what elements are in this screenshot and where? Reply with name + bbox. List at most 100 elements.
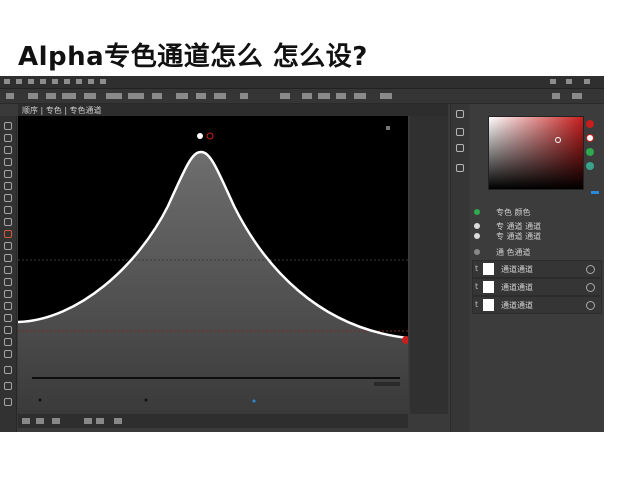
eye-icon[interactable]	[474, 233, 480, 239]
channel-row[interactable]: t 通道通道	[472, 278, 602, 296]
channel-row[interactable]: t 通道通道	[472, 296, 602, 314]
menu-item[interactable]	[88, 79, 94, 84]
foreground-color-icon[interactable]	[4, 366, 12, 374]
properties-panel-icon[interactable]	[456, 128, 464, 136]
menu-item[interactable]	[4, 79, 10, 84]
eye-icon[interactable]	[474, 249, 480, 255]
channel-thumbnail	[483, 263, 494, 275]
stamp-tool-icon[interactable]	[4, 218, 12, 226]
channel-options-icon[interactable]	[586, 301, 595, 310]
crop-tool-icon[interactable]	[4, 170, 12, 178]
lasso-tool-icon[interactable]	[4, 146, 12, 154]
layer-label: 专色 颜色	[496, 208, 531, 217]
quick-mask-icon[interactable]	[4, 382, 12, 390]
blur-tool-icon[interactable]	[4, 266, 12, 274]
color-picker-field[interactable]	[488, 116, 599, 194]
green-swatch-icon[interactable]	[586, 148, 594, 156]
status-icon	[52, 418, 60, 424]
baseline-marker	[252, 399, 256, 403]
options-item[interactable]	[240, 93, 248, 99]
options-item[interactable]	[552, 93, 560, 99]
options-item[interactable]	[196, 93, 206, 99]
headline: Alpha专色通道怎么 怎么设?	[18, 42, 368, 72]
options-item[interactable]	[280, 93, 290, 99]
path-select-tool-icon[interactable]	[4, 314, 12, 322]
options-item[interactable]	[176, 93, 188, 99]
channel-options-icon[interactable]	[586, 283, 595, 292]
marquee-tool-icon[interactable]	[4, 134, 12, 142]
close-icon[interactable]	[584, 79, 590, 84]
channel-row[interactable]: t 通道通道	[472, 260, 602, 278]
zoom-tool-icon[interactable]	[4, 350, 12, 358]
adjustments-panel-icon[interactable]	[456, 144, 464, 152]
teal-swatch-icon[interactable]	[586, 162, 594, 170]
curve-top-handle	[197, 133, 203, 139]
menu-item[interactable]	[16, 79, 22, 84]
gradient-tool-icon[interactable]	[4, 254, 12, 262]
dodge-tool-icon[interactable]	[4, 278, 12, 286]
layer-label: 通 色通道	[496, 248, 531, 257]
layer-row[interactable]: 专 通道 通道	[470, 230, 604, 244]
options-item[interactable]	[354, 93, 366, 99]
menu-item[interactable]	[76, 79, 82, 84]
document-canvas[interactable]	[18, 116, 408, 414]
options-item[interactable]	[46, 93, 56, 99]
menu-item[interactable]	[52, 79, 58, 84]
status-icon	[36, 418, 44, 424]
document-tab[interactable]: 顺序 | 专色 | 专色通道	[22, 105, 102, 116]
magic-wand-tool-icon[interactable]	[4, 158, 12, 166]
eyedropper-tool-icon[interactable]	[4, 182, 12, 190]
options-item[interactable]	[318, 93, 330, 99]
options-item[interactable]	[302, 93, 312, 99]
options-item[interactable]	[214, 93, 226, 99]
baseline-marker	[144, 398, 148, 402]
menu-item[interactable]	[100, 79, 106, 84]
options-item[interactable]	[106, 93, 122, 99]
maximize-icon[interactable]	[566, 79, 572, 84]
options-item[interactable]	[62, 93, 76, 99]
options-item[interactable]	[6, 93, 14, 99]
options-bar	[0, 89, 604, 104]
red-swatch-icon[interactable]	[586, 120, 594, 128]
layers-panel: 专色 颜色 专 通道 通道 专 通道 通道 通 色通道 t 通道通道 t 通道通…	[470, 206, 604, 432]
shape-tool-icon[interactable]	[4, 326, 12, 334]
channel-index: t	[475, 264, 479, 273]
menu-item[interactable]	[64, 79, 70, 84]
screen-mode-icon[interactable]	[4, 398, 12, 406]
white-swatch-icon[interactable]	[586, 134, 594, 142]
brush-tool-icon[interactable]	[4, 206, 12, 214]
channel-thumbnail	[483, 299, 494, 311]
channel-label: 通道通道	[501, 283, 533, 292]
history-panel-icon[interactable]	[456, 110, 464, 118]
menu-item[interactable]	[40, 79, 46, 84]
eye-icon[interactable]	[474, 223, 480, 229]
options-item[interactable]	[572, 93, 582, 99]
move-tool-icon[interactable]	[4, 122, 12, 130]
color-picker-cursor[interactable]	[555, 137, 561, 143]
minimize-icon[interactable]	[550, 79, 556, 84]
options-item[interactable]	[84, 93, 96, 99]
pen-tool-icon[interactable]	[4, 290, 12, 298]
hand-tool-icon[interactable]	[4, 338, 12, 346]
eye-icon[interactable]	[474, 209, 480, 215]
layer-row[interactable]: 专色 颜色	[470, 206, 604, 220]
history-brush-tool-icon[interactable]	[4, 230, 12, 238]
canvas-watermark-mark	[374, 382, 400, 386]
channel-thumbnail	[483, 281, 494, 293]
libraries-panel-icon[interactable]	[456, 164, 464, 172]
channel-label: 通道通道	[501, 265, 533, 274]
layer-row[interactable]: 通 色通道	[470, 246, 604, 260]
type-tool-icon[interactable]	[4, 302, 12, 310]
channel-options-icon[interactable]	[586, 265, 595, 274]
status-icon	[96, 418, 104, 424]
options-item[interactable]	[336, 93, 346, 99]
options-item[interactable]	[28, 93, 38, 99]
menu-item[interactable]	[28, 79, 34, 84]
channel-index: t	[475, 300, 479, 309]
options-item[interactable]	[380, 93, 392, 99]
status-icon	[22, 418, 30, 424]
healing-tool-icon[interactable]	[4, 194, 12, 202]
options-item[interactable]	[128, 93, 144, 99]
eraser-tool-icon[interactable]	[4, 242, 12, 250]
options-item[interactable]	[152, 93, 162, 99]
